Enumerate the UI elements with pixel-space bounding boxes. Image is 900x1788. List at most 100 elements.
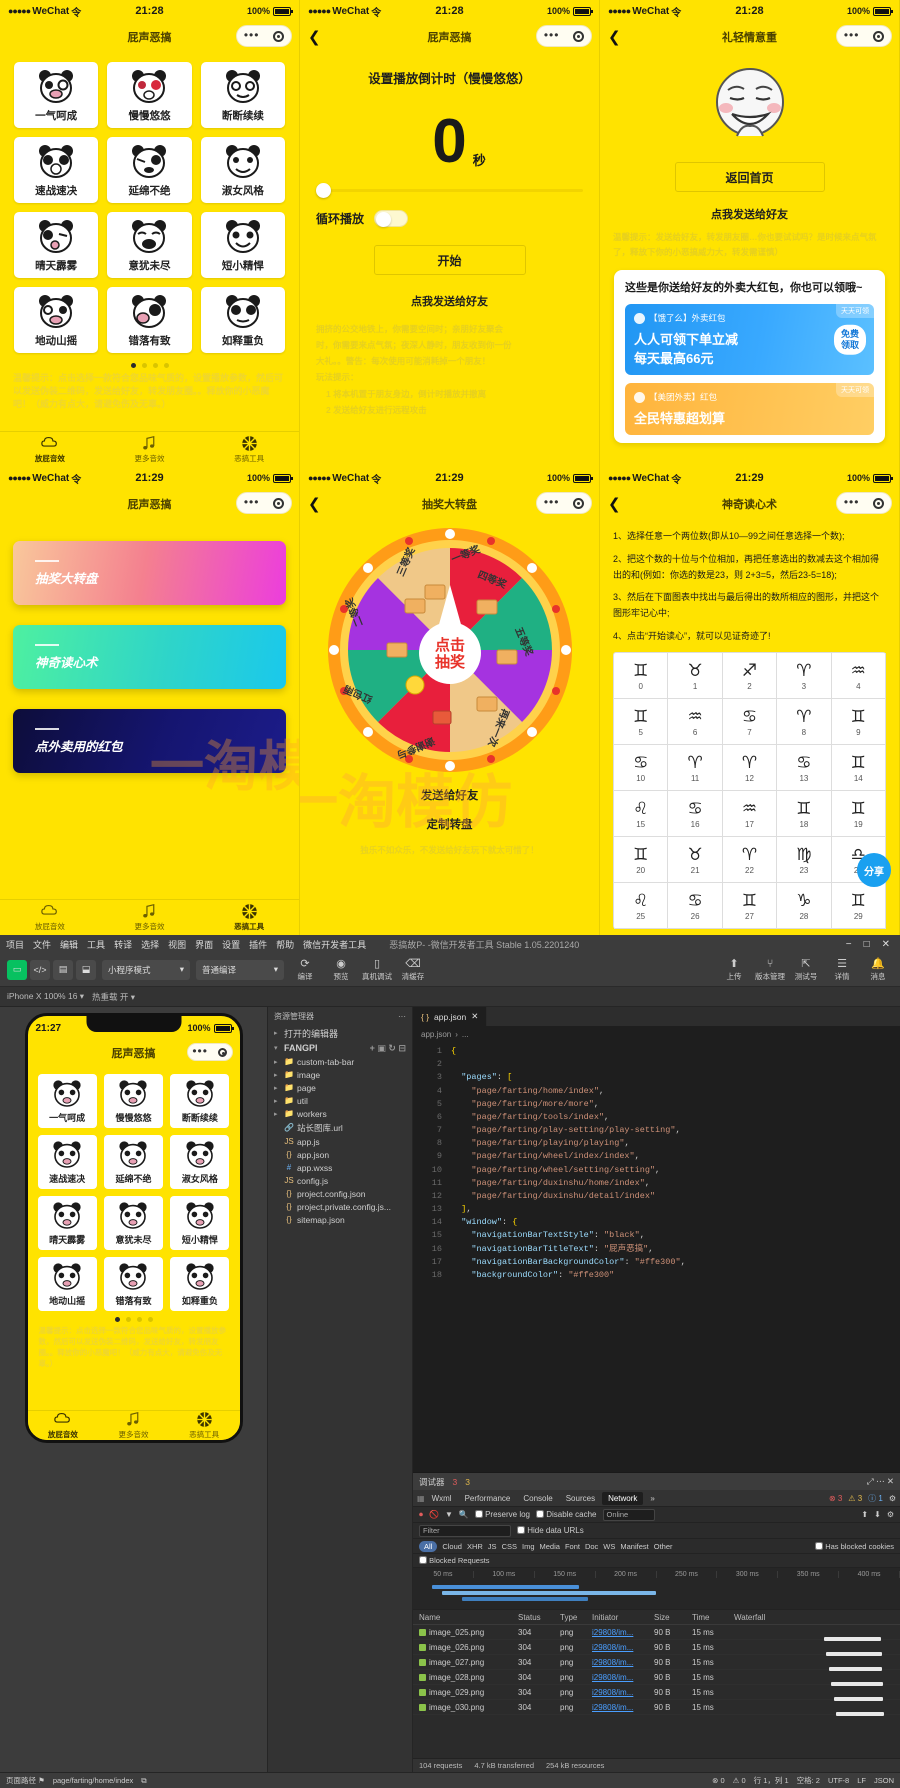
menu-item[interactable]: 文件 [33, 938, 51, 951]
page-dot[interactable] [136, 1317, 142, 1322]
open-editors-row[interactable]: ▸ 打开的编辑器 [268, 1025, 412, 1041]
toolbar-messages[interactable]: 🔔 消息 [863, 957, 893, 982]
status-cursor[interactable]: 行 1，列 1 [754, 1775, 789, 1786]
file-tree-row[interactable]: 🔗 站长图库.url [268, 1120, 412, 1135]
wechat-capsule[interactable]: ••• [236, 25, 292, 47]
menu-item[interactable]: 工具 [87, 938, 105, 951]
menu-item[interactable]: 插件 [249, 938, 267, 951]
hide-data-urls-checkbox[interactable]: Hide data URLs [517, 1526, 584, 1535]
tab-wxml[interactable]: Wxml [426, 1492, 458, 1505]
column-waterfall[interactable]: Waterfall [730, 1613, 900, 1622]
wheel-center-line1[interactable]: 点击 [434, 636, 464, 654]
toolbar-compile[interactable]: ⟳ 编译 [290, 957, 320, 982]
project-root-row[interactable]: ▾ FANGPI + ▣ ↻ ⊟ [268, 1041, 412, 1055]
column-time[interactable]: Time [692, 1613, 730, 1622]
target-icon[interactable] [273, 30, 285, 42]
more-icon[interactable]: ••• [544, 29, 560, 41]
preserve-log-checkbox[interactable]: Preserve log [474, 1510, 530, 1519]
status-warning-count[interactable]: ⚠ 0 [733, 1776, 746, 1785]
coupon-eleme[interactable]: 天天可领 【饿了么】外卖红包 人人可领下单立减 每天最高66元 免费 领取 [625, 304, 874, 376]
target-icon[interactable] [573, 497, 585, 509]
devtools-icon-left[interactable]: ▦ [417, 1494, 425, 1503]
network-settings-icon[interactable]: ⚙ [887, 1510, 894, 1519]
send-to-friend-link[interactable]: 点我发送给好友 [600, 206, 899, 222]
more-icon[interactable]: ••• [544, 496, 560, 508]
tool-card-redpacket[interactable]: 点外卖用的红包 [13, 709, 286, 773]
toolbar-clearcache[interactable]: ⌫ 清缓存 [398, 957, 428, 982]
hotreload-select[interactable]: 热重载 开 ▾ [92, 991, 135, 1003]
editor-toggle-button[interactable]: </> [30, 959, 50, 980]
menu-item[interactable]: 微信开发者工具 [303, 938, 366, 951]
layout-toggle-button[interactable]: ⬓ [76, 959, 96, 980]
network-row[interactable]: image_029.png 304 png i29808/im... 90 B 15 ms [413, 1685, 900, 1701]
debugger-toggle-button[interactable]: ▤ [53, 959, 73, 980]
breadcrumb-file[interactable]: app.json [421, 1030, 451, 1039]
code-editor[interactable]: 1 2 3 4 5 6 7 8 9 10 11 12 13 14 15 16 17 18 { "pages": [… [413, 1042, 900, 1472]
network-row[interactable]: image_026.png 304 png i29808/im... 90 B 15 ms [413, 1640, 900, 1656]
tab-item-fart-sounds[interactable]: 放屁音效 [0, 900, 100, 935]
sound-card[interactable]: 错落有致 [103, 1257, 164, 1311]
status-spaces[interactable]: 空格: 2 [797, 1775, 820, 1786]
sound-card[interactable]: 意犹未尽 [107, 212, 192, 278]
network-type-filter[interactable]: WS [603, 1542, 615, 1551]
menu-item[interactable]: 视图 [168, 938, 186, 951]
request-initiator[interactable]: i29808/im... [592, 1673, 654, 1682]
network-row[interactable]: image_025.png 304 png i29808/im... 90 B 15 ms [413, 1625, 900, 1641]
tab-item-fart-sounds[interactable]: 放屁音效 [28, 1411, 99, 1440]
sound-card[interactable]: 如释重负 [170, 1257, 230, 1311]
network-type-filter[interactable]: CSS [502, 1542, 517, 1551]
request-initiator[interactable]: i29808/im... [592, 1688, 654, 1697]
file-tree-row[interactable]: # app.wxss [268, 1161, 412, 1174]
sound-card[interactable]: 短小精悍 [170, 1196, 230, 1250]
target-icon[interactable] [273, 497, 285, 509]
filter-input[interactable]: Filter [419, 1524, 511, 1537]
sound-card[interactable]: 地动山摇 [37, 1257, 97, 1311]
more-icon[interactable]: ••• [844, 29, 860, 41]
more-icon[interactable]: ••• [244, 496, 260, 508]
issue-warning-count[interactable]: ⚠ 3 [848, 1494, 862, 1503]
coupon-meituan[interactable]: 天天可领 【美团外卖】红包 全民特惠超划算 [625, 383, 874, 436]
tab-item-prank-tools[interactable]: 恶搞工具 [199, 432, 299, 467]
sound-card[interactable]: 慢慢悠悠 [103, 1074, 164, 1128]
explorer-actions-icon[interactable]: + ▣ ↻ ⊟ [370, 1043, 406, 1054]
column-initiator[interactable]: Initiator [592, 1613, 654, 1622]
close-icon[interactable]: ✕ [471, 1011, 478, 1022]
tab-network[interactable]: Network [602, 1491, 644, 1505]
menu-item[interactable]: 设置 [222, 938, 240, 951]
network-type-filter[interactable]: Media [540, 1542, 560, 1551]
clear-icon[interactable]: 🚫 [429, 1510, 439, 1519]
back-home-button[interactable]: 返回首页 [674, 162, 825, 192]
wheel-center-line2[interactable]: 抽奖 [434, 653, 465, 671]
device-select[interactable]: iPhone X 100% 16 ▾ [7, 991, 84, 1002]
request-initiator[interactable]: i29808/im... [592, 1658, 654, 1667]
toolbar-upload[interactable]: ⬆ 上传 [719, 957, 749, 982]
status-language[interactable]: JSON [874, 1776, 894, 1785]
prize-wheel[interactable]: 四等奖 五等奖 再来一次 谢谢参与 红包雨 二等奖 三等奖 一等奖 点击 抽奖 [325, 525, 575, 775]
sound-card[interactable]: 速战速决 [37, 1135, 97, 1189]
tab-item-more-sounds[interactable]: 更多音效 [100, 900, 200, 935]
blocked-requests-checkbox[interactable]: Blocked Requests [419, 1556, 490, 1565]
toolbar-testnumber[interactable]: ⇱ 测试号 [791, 957, 821, 982]
menu-item[interactable]: 帮助 [276, 938, 294, 951]
sound-card[interactable]: 一气呵成 [14, 62, 99, 128]
sound-card[interactable]: 延绵不绝 [107, 137, 192, 203]
menu-item[interactable]: 项目 [6, 938, 24, 951]
file-tree-row[interactable]: {} sitemap.json [268, 1213, 412, 1226]
network-type-filter[interactable]: Manifest [620, 1542, 648, 1551]
wechat-capsule[interactable]: ••• [536, 492, 592, 514]
status-encoding[interactable]: UTF-8 [828, 1776, 849, 1785]
sound-card[interactable]: 地动山摇 [14, 287, 99, 353]
wechat-capsule[interactable]: ••• [836, 492, 892, 514]
page-dot[interactable] [125, 1317, 131, 1322]
toolbar-preview[interactable]: ◉ 预览 [326, 957, 356, 982]
sound-card[interactable]: 一气呵成 [37, 1074, 97, 1128]
devtools-actions[interactable]: ⤢ ⋯ ✕ [867, 1476, 894, 1487]
network-row[interactable]: image_030.png 304 png i29808/im... 90 B 15 ms [413, 1700, 900, 1716]
column-type[interactable]: Type [560, 1613, 592, 1622]
page-dot[interactable] [130, 363, 136, 368]
wechat-capsule[interactable]: ••• [836, 25, 892, 47]
status-eol[interactable]: LF [857, 1776, 866, 1785]
file-tree-row[interactable]: JS config.js [268, 1174, 412, 1187]
menu-item[interactable]: 编辑 [60, 938, 78, 951]
mode-select[interactable]: 小程序模式 ▾ [102, 959, 190, 980]
